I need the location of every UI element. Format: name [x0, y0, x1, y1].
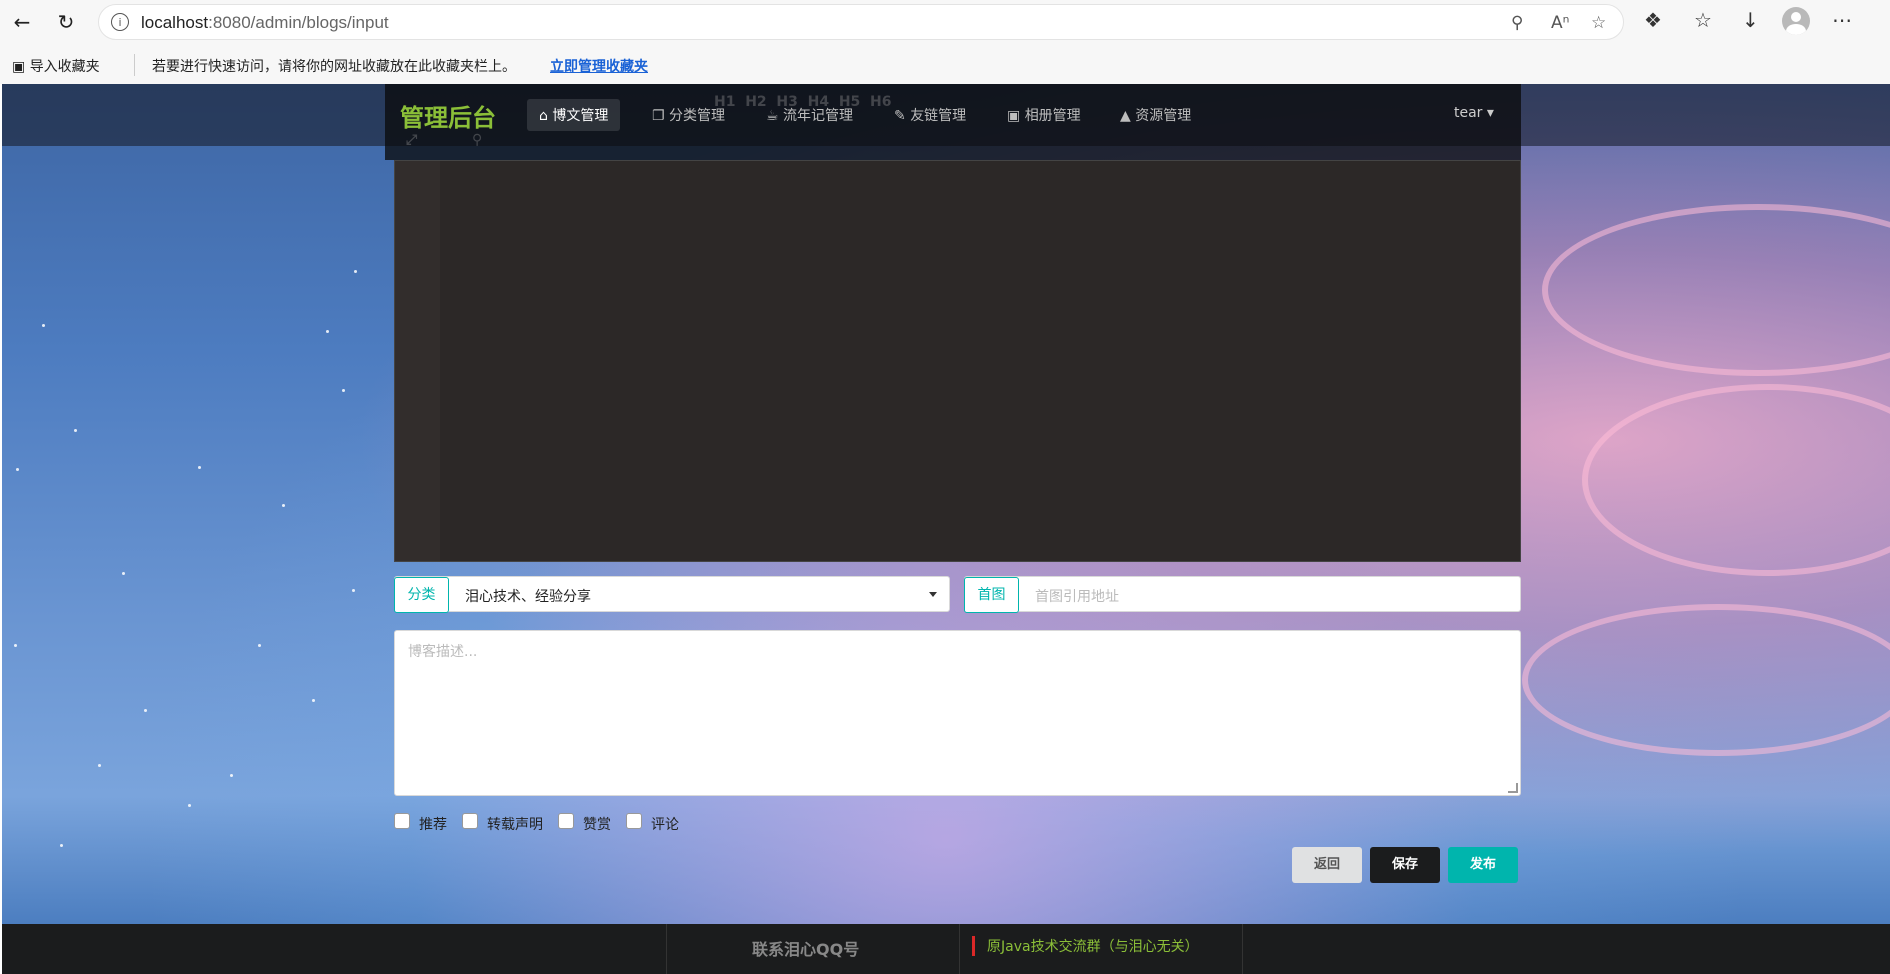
reload-icon[interactable]: ↻ — [52, 8, 80, 36]
favorites-icon[interactable]: ☆ — [1694, 8, 1712, 32]
description-placeholder: 博客描述... — [408, 644, 478, 660]
bookmarks-divider — [134, 54, 135, 76]
import-bookmarks-button[interactable]: ▣ 导入收藏夹 — [12, 56, 100, 76]
publish-button[interactable]: 发布 — [1448, 847, 1518, 883]
site-info-icon[interactable]: i — [111, 13, 129, 31]
cover-input[interactable]: 首图引用地址 — [1035, 586, 1119, 606]
background-wave — [1582, 384, 1890, 576]
url-text[interactable]: localhost:8080/admin/blogs/input — [141, 13, 389, 33]
manage-bookmarks-link[interactable]: 立即管理收藏夹 — [550, 56, 648, 76]
save-button[interactable]: 保存 — [1370, 847, 1440, 883]
browser-toolbar: ← ↻ i localhost:8080/admin/blogs/input ⚲… — [0, 0, 1890, 44]
zoom-icon[interactable]: ⚲ — [1511, 13, 1523, 33]
nav-item-blogs[interactable]: ⌂ 博文管理 — [527, 99, 621, 131]
markdown-editor[interactable] — [394, 160, 1521, 562]
user-menu[interactable]: tear ▾ — [1454, 105, 1494, 121]
bookmarks-hint: 若要进行快速访问，请将你的网址收藏放在此收藏夹栏上。 — [152, 59, 516, 75]
checkbox-reprint[interactable] — [462, 813, 478, 829]
more-menu-icon[interactable]: ⋯ — [1832, 8, 1852, 32]
checkbox-label: 评论 — [651, 817, 679, 833]
nav-item-timeline[interactable]: ☕ 流年记管理 — [766, 105, 853, 125]
editor-gutter — [395, 161, 440, 561]
browser-chrome: ← ↻ i localhost:8080/admin/blogs/input ⚲… — [0, 0, 1890, 84]
category-dropdown[interactable]: 分类 泪心技术、经验分享 — [394, 576, 950, 613]
page-footer: 联系泪心QQ号 原Java技术交流群（与泪心无关） — [2, 924, 1890, 974]
resize-handle-icon[interactable] — [1508, 783, 1518, 793]
checkbox-label: 转载声明 — [487, 817, 543, 833]
checkbox-comment[interactable] — [626, 813, 642, 829]
nav-item-albums[interactable]: ▣ 相册管理 — [1007, 105, 1081, 125]
category-label: 分类 — [394, 577, 449, 613]
category-value: 泪心技术、经验分享 — [465, 589, 591, 605]
brand-title[interactable]: 管理后台 — [400, 98, 496, 133]
footer-qq-title: 联系泪心QQ号 — [752, 940, 860, 959]
checkbox-label: 赞赏 — [583, 817, 611, 833]
page-viewport: H1 H2 H3 H4 H5 H6 管理后台 ⌂ 博文管理 ❐ 分类管理 ☕ 流… — [2, 84, 1890, 974]
search-icon: ⚲ — [472, 132, 483, 148]
extensions-icon[interactable]: ❖ — [1644, 8, 1662, 32]
cover-label: 首图 — [964, 577, 1019, 613]
bookmarks-bar: ▣ 导入收藏夹 若要进行快速访问，请将你的网址收藏放在此收藏夹栏上。 立即管理收… — [0, 50, 1890, 80]
checkbox-appreciate[interactable] — [558, 813, 574, 829]
back-button[interactable]: 返回 — [1292, 847, 1362, 883]
fullscreen-icon: ⤢ — [406, 132, 418, 148]
background-wave — [1542, 204, 1890, 376]
background-wave — [1522, 604, 1890, 756]
dropdown-caret-icon — [929, 592, 937, 597]
favorite-star-icon[interactable]: ☆ — [1591, 13, 1606, 33]
downloads-icon[interactable]: ↓ — [1742, 8, 1759, 32]
nav-item-resources[interactable]: ▲ 资源管理 — [1120, 105, 1191, 125]
cover-image-field[interactable]: 首图 首图引用地址 — [964, 576, 1521, 613]
footer-divider — [1242, 924, 1243, 974]
profile-avatar[interactable] — [1782, 7, 1810, 35]
nav-item-friendlinks[interactable]: ✎ 友链管理 — [894, 105, 966, 125]
admin-navbar: H1 H2 H3 H4 H5 H6 管理后台 ⌂ 博文管理 ❐ 分类管理 ☕ 流… — [2, 84, 1890, 160]
nav-item-categories[interactable]: ❐ 分类管理 — [652, 105, 725, 125]
back-icon[interactable]: ← — [8, 8, 36, 36]
address-bar[interactable]: i localhost:8080/admin/blogs/input ⚲ Aⁿ … — [98, 4, 1624, 40]
checkbox-label: 推荐 — [419, 817, 447, 833]
read-aloud-icon[interactable]: Aⁿ — [1551, 13, 1569, 33]
checkbox-recommend[interactable] — [394, 813, 410, 829]
footer-group-link[interactable]: 原Java技术交流群（与泪心无关） — [972, 936, 1199, 956]
description-textarea[interactable]: 博客描述... — [394, 630, 1521, 796]
